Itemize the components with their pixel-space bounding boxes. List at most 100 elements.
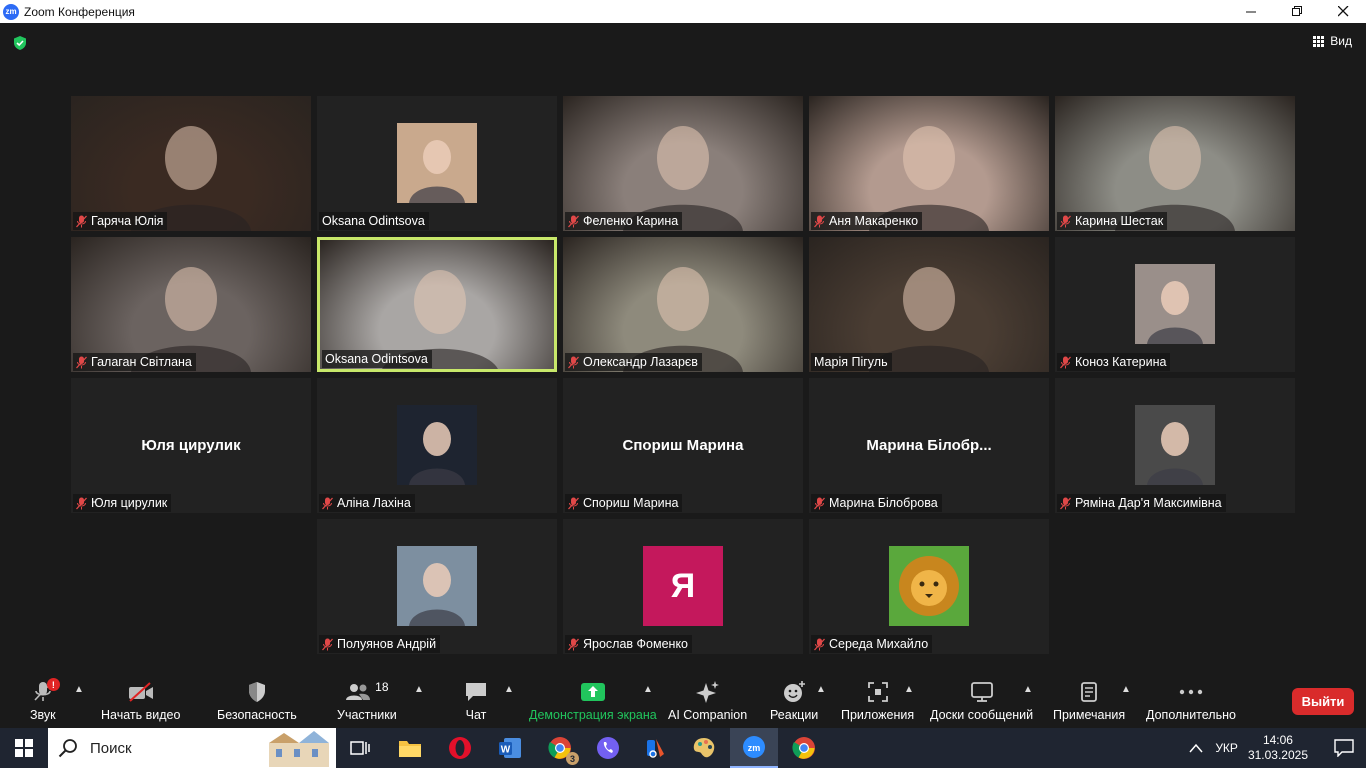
taskbar-viber[interactable] bbox=[584, 728, 632, 768]
participant-tile[interactable]: Гаряча Юлія bbox=[71, 96, 311, 231]
participant-tile[interactable]: Марина Білобр... Марина Білоброва bbox=[809, 378, 1049, 513]
person-silhouette-icon bbox=[1147, 281, 1203, 344]
participant-avatar bbox=[889, 546, 969, 626]
chrome-icon bbox=[792, 737, 815, 759]
whiteboards-label: Доски сообщений bbox=[930, 708, 1034, 722]
task-view-button[interactable] bbox=[336, 728, 384, 768]
participant-tile[interactable]: Я Ярослав Фоменко bbox=[563, 519, 803, 654]
whiteboards-options-caret[interactable]: ▲ bbox=[1023, 684, 1033, 695]
restore-button[interactable] bbox=[1274, 0, 1320, 23]
participant-tile[interactable]: Коноз Катерина bbox=[1055, 237, 1295, 372]
taskbar-opera[interactable] bbox=[436, 728, 484, 768]
participant-tile[interactable]: Аліна Лахіна bbox=[317, 378, 557, 513]
audio-alert-badge: ! bbox=[46, 678, 60, 691]
participant-tile[interactable]: Карина Шестак bbox=[1055, 96, 1295, 231]
taskbar-search-box[interactable]: Поиск bbox=[48, 728, 336, 768]
participant-tile[interactable]: Oksana Odintsova bbox=[317, 96, 557, 231]
windows-logo-icon bbox=[15, 739, 33, 757]
person-silhouette-icon bbox=[409, 140, 465, 203]
participant-tile[interactable]: Галаган Світлана bbox=[71, 237, 311, 372]
taskbar-chrome[interactable]: 3 bbox=[536, 728, 584, 768]
person-silhouette-icon bbox=[131, 126, 251, 231]
notification-center-button[interactable] bbox=[1322, 728, 1366, 768]
taskbar-zoom[interactable]: zm bbox=[730, 728, 778, 768]
participant-tile[interactable]: Аня Макаренко bbox=[809, 96, 1049, 231]
meeting-toolbar: ! Звук ▲ Начать видео Безопасность 18 Уч… bbox=[0, 674, 1366, 728]
show-hidden-icons-chevron-up-icon[interactable] bbox=[1189, 743, 1203, 753]
leave-meeting-button[interactable]: Выйти bbox=[1292, 688, 1354, 715]
participant-avatar bbox=[397, 546, 477, 626]
minimize-button[interactable] bbox=[1228, 0, 1274, 23]
participant-name: Гаряча Юлія bbox=[91, 214, 164, 228]
view-label: Вид bbox=[1330, 34, 1352, 48]
audio-button[interactable]: ! Звук bbox=[30, 678, 60, 722]
muted-mic-icon bbox=[76, 215, 87, 227]
meeting-area: Вид Гаряча Юлія Oksana Odintsova Феленко К… bbox=[0, 23, 1366, 728]
taskbar-snipping-tool[interactable] bbox=[632, 728, 680, 768]
person-silhouette-icon bbox=[131, 267, 251, 372]
participant-name: Oksana Odintsova bbox=[325, 352, 428, 366]
ai-companion-button[interactable]: AI Companion bbox=[668, 680, 747, 722]
input-language-indicator[interactable]: УКР bbox=[1215, 741, 1238, 755]
person-silhouette-icon bbox=[409, 422, 465, 485]
participant-video bbox=[71, 237, 311, 372]
word-icon: W bbox=[499, 738, 521, 758]
notes-options-caret[interactable]: ▲ bbox=[1121, 684, 1131, 695]
person-silhouette-icon bbox=[1147, 422, 1203, 485]
taskbar-file-explorer[interactable] bbox=[386, 728, 434, 768]
taskbar-paint[interactable] bbox=[680, 728, 728, 768]
taskbar-chrome-second[interactable] bbox=[780, 728, 828, 768]
muted-mic-icon bbox=[568, 638, 579, 650]
participant-tile[interactable]: Середа Михайло bbox=[809, 519, 1049, 654]
system-clock[interactable]: 14:06 31.03.2025 bbox=[1248, 733, 1308, 763]
chat-options-caret[interactable]: ▲ bbox=[504, 684, 514, 695]
participants-options-caret[interactable]: ▲ bbox=[414, 684, 424, 695]
participant-tile[interactable]: Марія Пігуль bbox=[809, 237, 1049, 372]
participant-name-label: Спориш Марина bbox=[565, 494, 683, 512]
participant-tile[interactable]: Юля цирулик Юля цирулик bbox=[71, 378, 311, 513]
start-button[interactable] bbox=[0, 728, 48, 768]
participant-name-label: Полуянов Андрій bbox=[319, 635, 441, 653]
muted-mic-icon bbox=[322, 497, 333, 509]
whiteboard-icon bbox=[970, 682, 993, 702]
chat-button[interactable]: Чат bbox=[464, 680, 488, 722]
person-silhouette-icon bbox=[869, 126, 989, 231]
taskbar-word[interactable]: W bbox=[486, 728, 534, 768]
more-button[interactable]: Дополнительно bbox=[1146, 680, 1236, 722]
person-silhouette-icon bbox=[623, 267, 743, 372]
participant-tile[interactable]: Спориш Марина Спориш Марина bbox=[563, 378, 803, 513]
notes-icon bbox=[1081, 682, 1097, 702]
participant-name: Марина Білоброва bbox=[829, 496, 938, 510]
participant-tile[interactable]: Олександр Лазарєв bbox=[563, 237, 803, 372]
muted-mic-icon bbox=[814, 638, 825, 650]
search-label: Поиск bbox=[90, 739, 132, 757]
security-button[interactable]: Безопасность bbox=[217, 680, 297, 722]
reactions-button[interactable]: Реакции bbox=[770, 680, 818, 722]
apps-options-caret[interactable]: ▲ bbox=[904, 684, 914, 695]
share-screen-button[interactable]: Демонстрация экрана bbox=[529, 680, 657, 722]
close-window-button[interactable] bbox=[1320, 0, 1366, 23]
participant-tile[interactable]: Полуянов Андрій bbox=[317, 519, 557, 654]
participant-name: Марія Пігуль bbox=[814, 355, 888, 369]
start-video-button[interactable]: Начать видео bbox=[101, 680, 180, 722]
participant-avatar bbox=[397, 123, 477, 203]
participant-tile-active-speaker[interactable]: Oksana Odintsova bbox=[317, 237, 557, 372]
participant-tile[interactable]: Феленко Карина bbox=[563, 96, 803, 231]
apps-label: Приложения bbox=[841, 708, 915, 722]
audio-options-caret[interactable]: ▲ bbox=[74, 684, 84, 695]
participant-tile[interactable]: Ряміна Дар'я Максимівна bbox=[1055, 378, 1295, 513]
participant-name-label: Юля цирулик bbox=[73, 494, 172, 512]
notes-button[interactable]: Примечания bbox=[1053, 680, 1125, 722]
reactions-options-caret[interactable]: ▲ bbox=[816, 684, 826, 695]
participant-name: Аня Макаренко bbox=[829, 214, 919, 228]
zoom-logo-icon: zm bbox=[3, 3, 19, 20]
participant-video bbox=[563, 237, 803, 372]
task-view-icon bbox=[350, 741, 370, 755]
encryption-shield-icon[interactable] bbox=[12, 35, 28, 51]
view-button[interactable]: Вид bbox=[1313, 34, 1352, 48]
share-options-caret[interactable]: ▲ bbox=[643, 684, 653, 695]
participants-button[interactable]: 18 Участники bbox=[337, 680, 397, 722]
muted-mic-icon bbox=[814, 497, 825, 509]
muted-mic-icon bbox=[1060, 356, 1071, 368]
whiteboards-button[interactable]: Доски сообщений bbox=[930, 680, 1033, 722]
